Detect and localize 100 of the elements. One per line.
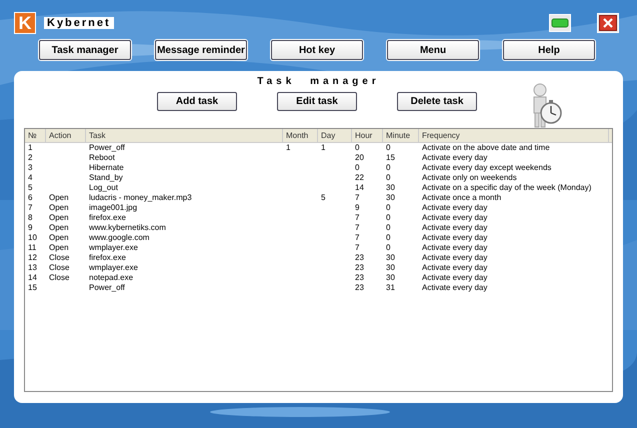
table-cell: firefox.exe — [89, 253, 126, 262]
table-cell: Activate only on weekends — [422, 173, 517, 182]
task-button[interactable]: Add task — [157, 92, 237, 111]
table-cell: 3 — [28, 163, 32, 172]
table-cell: 13 — [28, 263, 37, 272]
table-cell: Open — [49, 243, 69, 252]
table-cell: 0 — [386, 213, 390, 222]
table-cell: 10 — [28, 233, 37, 242]
table-cell: image001.jpg — [89, 203, 138, 212]
task-button[interactable]: Delete task — [397, 92, 477, 111]
table-cell: 30 — [386, 193, 395, 202]
table-cell: 31 — [386, 283, 395, 292]
table-cell: Activate once a month — [422, 193, 502, 202]
nav-button[interactable]: Hot key — [271, 40, 363, 60]
table-cell: 30 — [386, 183, 395, 192]
table-cell: Activate every day except weekends — [422, 163, 552, 172]
table-cell: Power_off — [89, 283, 125, 292]
table-cell: 0 — [386, 233, 390, 242]
table-cell: 0 — [386, 243, 390, 252]
table-cell: 1 — [28, 143, 32, 152]
nav-button[interactable]: Help — [503, 40, 595, 60]
table-cell: notepad.exe — [89, 273, 134, 282]
close-button[interactable] — [597, 13, 619, 33]
table-cell: wmplayer.exe — [89, 263, 138, 272]
table-cell: www.google.com — [89, 233, 150, 242]
column-header[interactable]: Month — [283, 129, 318, 142]
table-cell: Activate on the above date and time — [422, 143, 550, 152]
table-cell: Open — [49, 233, 69, 242]
nav-button[interactable]: Message reminder — [155, 40, 247, 60]
table-cell: Activate on a specific day of the week (Monday) — [422, 183, 592, 192]
table-cell: 7 — [355, 233, 360, 242]
table-cell: 23 — [355, 263, 364, 272]
table-cell: Close — [49, 273, 70, 282]
table-cell: Activate every day — [422, 263, 488, 272]
table-cell: Activate every day — [422, 153, 488, 162]
table-cell: Activate every day — [422, 203, 488, 212]
table-cell: 0 — [386, 173, 390, 182]
column-header[interactable]: Minute — [383, 129, 419, 142]
table-cell: Open — [49, 203, 69, 212]
table-cell: 0 — [386, 203, 390, 212]
table-cell: 7 — [355, 193, 360, 202]
table-cell: 23 — [355, 283, 364, 292]
table-cell: Log_out — [89, 183, 118, 192]
table-cell: 0 — [355, 143, 360, 152]
table-cell: 7 — [28, 203, 32, 212]
table-cell: 8 — [28, 213, 32, 222]
table-cell: 0 — [386, 143, 390, 152]
table-cell: Stand_by — [89, 173, 123, 182]
table-cell: firefox.exe — [89, 213, 126, 222]
table-cell: 9 — [355, 203, 360, 212]
task-button[interactable]: Edit task — [277, 92, 357, 111]
table-cell: Activate every day — [422, 283, 488, 292]
table-cell: Activate every day — [422, 243, 488, 252]
table-cell: 2 — [28, 153, 32, 162]
table-cell: 5 — [28, 183, 32, 192]
table-cell: Open — [49, 223, 69, 232]
table-cell: Activate every day — [422, 213, 488, 222]
column-header[interactable]: Hour — [352, 129, 383, 142]
table-cell: Open — [49, 213, 69, 222]
table-cell: Activate every day — [422, 253, 488, 262]
table-cell: Close — [49, 263, 70, 272]
column-header[interactable]: Day — [318, 129, 352, 142]
table-cell: Open — [49, 193, 69, 202]
table-cell: 22 — [355, 173, 364, 182]
table-cell: 12 — [28, 253, 37, 262]
table-cell: 23 — [355, 273, 364, 282]
table-cell: 14 — [28, 273, 37, 282]
table-cell: 20 — [355, 153, 364, 162]
table-cell: 7 — [355, 243, 360, 252]
table-cell: Activate every day — [422, 223, 488, 232]
table-cell: Activate every day — [422, 273, 488, 282]
table-cell: 4 — [28, 173, 32, 182]
table-cell: 23 — [355, 253, 364, 262]
table-cell: 7 — [355, 223, 360, 232]
table-cell: 6 — [28, 193, 32, 202]
table-cell: Hibernate — [89, 163, 124, 172]
minimize-button[interactable] — [549, 14, 571, 32]
nav-button[interactable]: Task manager — [39, 40, 131, 60]
table-cell: 15 — [28, 283, 37, 292]
table-cell: 0 — [386, 223, 390, 232]
table-cell: 30 — [386, 273, 395, 282]
table-cell: 7 — [355, 213, 360, 222]
table-cell: Close — [49, 253, 70, 262]
table-cell: 30 — [386, 253, 395, 262]
table-cell: Reboot — [89, 153, 115, 162]
table-cell: 11 — [28, 243, 36, 252]
column-header[interactable]: Action — [46, 129, 86, 142]
app-logo: K — [14, 12, 36, 34]
table-cell: 1 — [321, 143, 326, 152]
table-cell: 9 — [28, 223, 32, 232]
column-header[interactable]: Frequency — [419, 129, 609, 142]
column-header[interactable]: № — [25, 129, 46, 142]
nav-button[interactable]: Menu — [387, 40, 479, 60]
table-cell: www.kybernetiks.com — [89, 223, 166, 232]
window-title: Kybernet — [44, 17, 114, 29]
column-header[interactable]: Task — [86, 129, 283, 142]
table-cell: 5 — [321, 193, 326, 202]
table-cell: ludacris - money_maker.mp3 — [89, 193, 192, 202]
table-cell: 30 — [386, 263, 395, 272]
table-cell: 15 — [386, 153, 395, 162]
